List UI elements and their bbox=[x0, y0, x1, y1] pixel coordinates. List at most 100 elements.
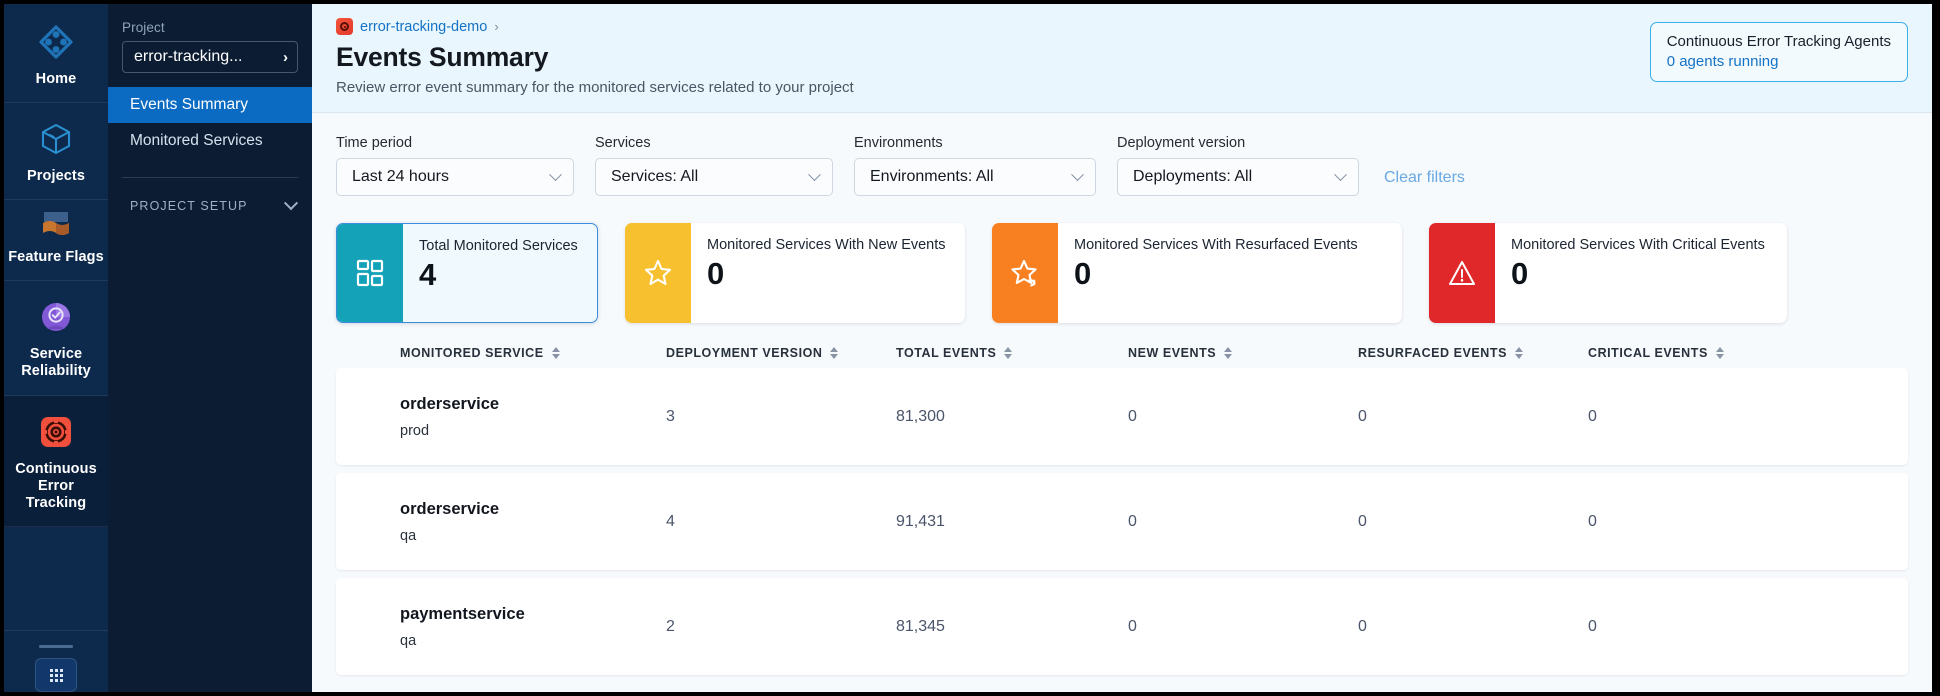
primary-nav-rail: Home Projects Feature Flags bbox=[4, 4, 108, 692]
cell-deployment-version: 2 bbox=[666, 618, 896, 636]
time-period-select[interactable]: Last 24 hours bbox=[336, 158, 574, 196]
column-label: DEPLOYMENT VERSION bbox=[666, 346, 822, 360]
app-window: Home Projects Feature Flags bbox=[4, 4, 1932, 692]
sort-icon[interactable] bbox=[1716, 347, 1724, 359]
deployment-version-value: Deployments: All bbox=[1133, 168, 1252, 186]
environments-value: Environments: All bbox=[870, 168, 994, 186]
services-select[interactable]: Services: All bbox=[595, 158, 833, 196]
page-header: error-tracking-demo › Events Summary Rev… bbox=[312, 4, 1932, 113]
card-title: Monitored Services With New Events bbox=[707, 237, 946, 254]
warning-triangle-icon bbox=[1429, 223, 1495, 323]
rail-item-continuous-error-tracking[interactable]: Continuous Error Tracking bbox=[4, 396, 108, 527]
rail-item-service-reliability[interactable]: Service Reliability bbox=[4, 281, 108, 395]
chevron-down-icon bbox=[808, 168, 821, 181]
card-value: 0 bbox=[1511, 258, 1765, 289]
sidebar-item-monitored-services[interactable]: Monitored Services bbox=[108, 123, 312, 159]
rail-collapse-handle[interactable] bbox=[39, 645, 73, 648]
filter-environments: Environments Environments: All bbox=[854, 135, 1096, 196]
card-services-with-resurfaced-events[interactable]: Monitored Services With Resurfaced Event… bbox=[992, 223, 1402, 323]
breadcrumb-separator: › bbox=[494, 19, 498, 34]
card-services-with-new-events[interactable]: Monitored Services With New Events 0 bbox=[625, 223, 965, 323]
column-header-total-events[interactable]: TOTAL EVENTS bbox=[896, 346, 1128, 360]
cell-service: orderservice prod bbox=[336, 395, 666, 439]
rail-item-feature-flags[interactable]: Feature Flags bbox=[4, 200, 108, 281]
cell-critical-events: 0 bbox=[1588, 618, 1818, 636]
events-table: MONITORED SERVICE DEPLOYMENT VERSION TOT… bbox=[336, 346, 1908, 675]
card-services-with-critical-events[interactable]: Monitored Services With Critical Events … bbox=[1429, 223, 1787, 323]
card-body: Monitored Services With Resurfaced Event… bbox=[1058, 223, 1376, 323]
page-body: Time period Last 24 hours Services Servi… bbox=[312, 113, 1932, 692]
time-period-value: Last 24 hours bbox=[352, 168, 449, 186]
column-header-monitored-service[interactable]: MONITORED SERVICE bbox=[336, 346, 666, 360]
agents-card-title: Continuous Error Tracking Agents bbox=[1667, 33, 1891, 50]
rail-spacer bbox=[4, 527, 108, 630]
column-label: MONITORED SERVICE bbox=[400, 346, 544, 360]
breadcrumb-project-link[interactable]: error-tracking-demo bbox=[360, 19, 487, 35]
filter-services: Services Services: All bbox=[595, 135, 833, 196]
column-label: CRITICAL EVENTS bbox=[1588, 346, 1708, 360]
column-label: RESURFACED EVENTS bbox=[1358, 346, 1507, 360]
project-selector[interactable]: error-tracking... › bbox=[122, 41, 298, 73]
chevron-down-icon bbox=[549, 168, 562, 181]
summary-cards: Total Monitored Services 4 Monitored Ser… bbox=[336, 223, 1908, 323]
filter-label-deployment-version: Deployment version bbox=[1117, 135, 1359, 151]
table-row[interactable]: orderservice qa 4 91,431 0 0 0 bbox=[336, 473, 1908, 570]
cell-resurfaced-events: 0 bbox=[1358, 618, 1588, 636]
sort-icon[interactable] bbox=[830, 347, 838, 359]
service-environment: prod bbox=[400, 423, 666, 439]
table-row[interactable]: orderservice prod 3 81,300 0 0 0 bbox=[336, 368, 1908, 465]
sort-icon[interactable] bbox=[1224, 347, 1232, 359]
nav-divider bbox=[122, 177, 298, 178]
cell-new-events: 0 bbox=[1128, 408, 1358, 426]
service-environment: qa bbox=[400, 528, 666, 544]
environments-select[interactable]: Environments: All bbox=[854, 158, 1096, 196]
column-label: TOTAL EVENTS bbox=[896, 346, 996, 360]
agents-status-card[interactable]: Continuous Error Tracking Agents 0 agent… bbox=[1650, 22, 1908, 82]
service-environment: qa bbox=[400, 633, 666, 649]
sidebar-item-label: Monitored Services bbox=[130, 132, 263, 150]
column-header-deployment-version[interactable]: DEPLOYMENT VERSION bbox=[666, 346, 896, 360]
rail-item-home[interactable]: Home bbox=[4, 4, 108, 103]
rail-label-service-reliability: Service Reliability bbox=[8, 346, 104, 380]
project-avatar-icon bbox=[336, 18, 353, 35]
sort-icon[interactable] bbox=[1515, 347, 1523, 359]
card-title: Total Monitored Services bbox=[419, 238, 578, 255]
cube-icon bbox=[36, 119, 76, 159]
cell-new-events: 0 bbox=[1128, 513, 1358, 531]
chevron-down-icon bbox=[284, 196, 298, 210]
column-header-critical-events[interactable]: CRITICAL EVENTS bbox=[1588, 346, 1818, 360]
rail-label-home: Home bbox=[36, 71, 77, 88]
chevron-down-icon bbox=[1334, 168, 1347, 181]
column-header-resurfaced-events[interactable]: RESURFACED EVENTS bbox=[1358, 346, 1588, 360]
card-value: 4 bbox=[419, 259, 578, 290]
column-label: NEW EVENTS bbox=[1128, 346, 1216, 360]
cell-resurfaced-events: 0 bbox=[1358, 408, 1588, 426]
rail-bottom-section bbox=[4, 630, 108, 692]
card-body: Monitored Services With New Events 0 bbox=[691, 223, 964, 323]
table-row[interactable]: paymentservice qa 2 81,345 0 0 0 bbox=[336, 578, 1908, 675]
table-header-row: MONITORED SERVICE DEPLOYMENT VERSION TOT… bbox=[336, 346, 1908, 368]
chevron-down-icon bbox=[1071, 168, 1084, 181]
card-total-monitored-services[interactable]: Total Monitored Services 4 bbox=[336, 223, 598, 323]
filter-bar: Time period Last 24 hours Services Servi… bbox=[336, 135, 1908, 196]
rail-item-projects[interactable]: Projects bbox=[4, 103, 108, 200]
app-grid-dots bbox=[50, 669, 63, 682]
cell-total-events: 91,431 bbox=[896, 513, 1128, 531]
filter-label-time-period: Time period bbox=[336, 135, 574, 151]
sort-icon[interactable] bbox=[552, 347, 560, 359]
chevron-right-icon: › bbox=[283, 49, 288, 66]
sort-icon[interactable] bbox=[1004, 347, 1012, 359]
sidebar-item-events-summary[interactable]: Events Summary bbox=[108, 87, 312, 123]
column-header-new-events[interactable]: NEW EVENTS bbox=[1128, 346, 1358, 360]
clear-filters-button[interactable]: Clear filters bbox=[1384, 169, 1465, 196]
app-grid-icon[interactable] bbox=[35, 658, 77, 692]
main-content: error-tracking-demo › Events Summary Rev… bbox=[312, 4, 1932, 692]
cell-critical-events: 0 bbox=[1588, 513, 1818, 531]
deployment-version-select[interactable]: Deployments: All bbox=[1117, 158, 1359, 196]
rail-label-continuous-error-tracking: Continuous Error Tracking bbox=[8, 461, 104, 512]
cell-deployment-version: 3 bbox=[666, 408, 896, 426]
card-body: Monitored Services With Critical Events … bbox=[1495, 223, 1783, 323]
grid-squares-icon bbox=[337, 224, 403, 322]
sidebar-section-project-setup[interactable]: PROJECT SETUP bbox=[108, 192, 312, 220]
rail-label-feature-flags: Feature Flags bbox=[8, 249, 104, 266]
